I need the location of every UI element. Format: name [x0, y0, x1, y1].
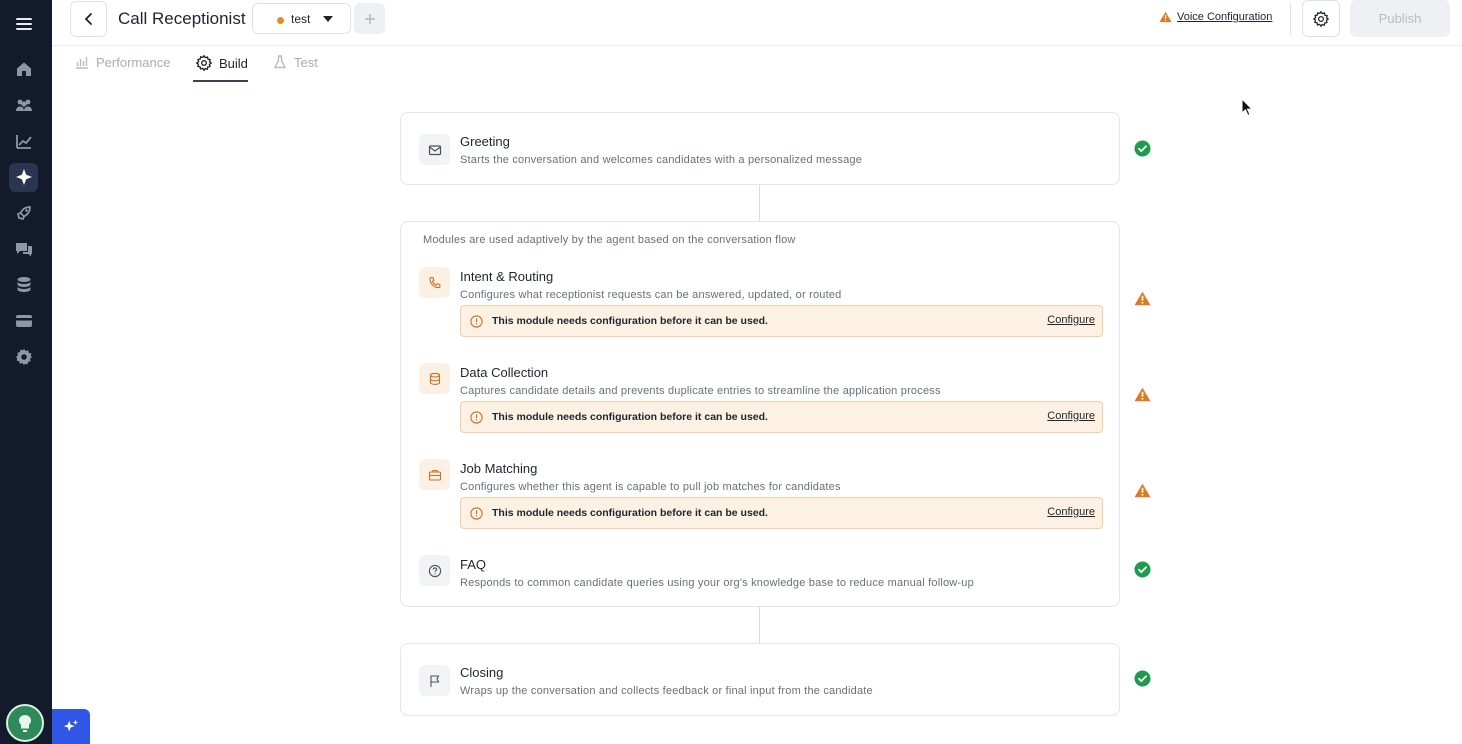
settings-icon[interactable]: [12, 345, 36, 369]
header-divider: [1290, 3, 1291, 35]
greeting-card[interactable]: Greeting Starts the conversation and wel…: [400, 112, 1120, 185]
info-circle-icon: [470, 315, 483, 328]
home-icon[interactable]: [12, 57, 36, 81]
module-data-collection[interactable]: Data Collection Captures candidate detai…: [419, 363, 1119, 438]
phone-icon: [419, 267, 450, 298]
plus-icon: [364, 13, 375, 24]
warning-icon: [1159, 11, 1172, 23]
agent-settings-button[interactable]: [1302, 0, 1340, 37]
flag-icon: [419, 665, 450, 696]
configuration-warning: This module needs configuration before i…: [460, 305, 1103, 337]
mail-icon: [419, 134, 450, 165]
publish-button[interactable]: Publish: [1350, 0, 1450, 37]
flow-connector: [759, 185, 760, 221]
menu-icon[interactable]: [12, 12, 36, 36]
database-icon: [419, 363, 450, 394]
analytics-icon[interactable]: [12, 129, 36, 153]
tab-label: Performance: [96, 54, 171, 70]
environment-label: test: [291, 12, 311, 26]
flow-connector: [759, 607, 760, 643]
gear-icon: [1312, 10, 1330, 27]
configure-link[interactable]: Configure: [1047, 506, 1095, 518]
module-title: FAQ: [460, 557, 487, 572]
help-circle-icon: [419, 555, 450, 586]
module-intent-routing[interactable]: Intent & Routing Configures what recepti…: [419, 267, 1119, 342]
chevron-left-icon: [84, 13, 92, 25]
bar-chart-icon: [76, 57, 88, 69]
warning-icon: [1134, 290, 1151, 307]
warning-text: This module needs configuration before i…: [492, 507, 768, 519]
page-title: Call Receptionist: [118, 9, 246, 28]
tab-test[interactable]: Test: [272, 54, 318, 70]
module-description: Responds to common candidate queries usi…: [460, 577, 974, 589]
gear-icon: [195, 54, 213, 72]
avatar[interactable]: [6, 704, 44, 742]
environment-select[interactable]: test: [252, 3, 351, 34]
voice-configuration-link[interactable]: Voice Configuration: [1159, 11, 1272, 23]
modules-card: Modules are used adaptively by the agent…: [400, 221, 1120, 607]
module-description: Configures what receptionist requests ca…: [460, 289, 842, 301]
module-title: Closing: [460, 665, 504, 680]
rocket-icon[interactable]: [12, 201, 36, 225]
configuration-warning: This module needs configuration before i…: [460, 497, 1103, 529]
module-title: Intent & Routing: [460, 269, 554, 284]
warning-icon: [1134, 482, 1151, 499]
configuration-warning: This module needs configuration before i…: [460, 401, 1103, 433]
info-circle-icon: [470, 411, 483, 424]
module-job-matching[interactable]: Job Matching Configures whether this age…: [419, 459, 1119, 534]
warning-text: This module needs configuration before i…: [492, 315, 768, 327]
chat-icon[interactable]: [12, 237, 36, 261]
ai-agent-icon[interactable]: [12, 165, 36, 189]
tab-label: Test: [294, 54, 318, 70]
module-title: Greeting: [460, 134, 510, 149]
database-icon[interactable]: [12, 273, 36, 297]
tab-bar: Performance Build Test: [52, 46, 1462, 84]
mouse-cursor-icon: [1241, 97, 1254, 122]
module-description: Captures candidate details and prevents …: [460, 385, 941, 397]
briefcase-icon: [419, 459, 450, 490]
module-description: Starts the conversation and welcomes can…: [460, 154, 863, 166]
warning-icon: [1134, 386, 1151, 403]
tab-label: Build: [219, 55, 248, 71]
info-circle-icon: [470, 507, 483, 520]
module-title: Job Matching: [460, 461, 538, 476]
environment-status-dot: [277, 17, 284, 24]
module-title: Data Collection: [460, 365, 549, 380]
check-circle-icon: [1134, 670, 1151, 687]
card-icon[interactable]: [12, 309, 36, 333]
add-environment-button[interactable]: [354, 3, 385, 34]
sidebar: [0, 0, 52, 744]
configure-link[interactable]: Configure: [1047, 410, 1095, 422]
tab-build[interactable]: Build: [195, 54, 248, 72]
module-description: Configures whether this agent is capable…: [460, 481, 841, 493]
modules-hint: Modules are used adaptively by the agent…: [423, 234, 796, 246]
flask-icon: [273, 55, 287, 69]
module-description: Wraps up the conversation and collects f…: [460, 685, 873, 697]
header: Call Receptionist test Voice Configurati…: [52, 0, 1462, 46]
module-faq[interactable]: FAQ Responds to common candidate queries…: [419, 555, 1119, 595]
ai-assistant-button[interactable]: [52, 709, 90, 744]
sparkle-icon: [63, 719, 79, 731]
warning-text: This module needs configuration before i…: [492, 411, 768, 423]
voice-configuration-label: Voice Configuration: [1177, 11, 1273, 23]
check-circle-icon: [1134, 140, 1151, 157]
tab-performance[interactable]: Performance: [74, 54, 170, 70]
closing-card[interactable]: Closing Wraps up the conversation and co…: [400, 643, 1120, 716]
configure-link[interactable]: Configure: [1047, 314, 1095, 326]
active-tab-indicator: [193, 80, 248, 82]
back-button[interactable]: [70, 1, 107, 37]
check-circle-icon: [1134, 561, 1151, 578]
caret-down-icon: [323, 16, 333, 22]
people-icon[interactable]: [12, 93, 36, 117]
